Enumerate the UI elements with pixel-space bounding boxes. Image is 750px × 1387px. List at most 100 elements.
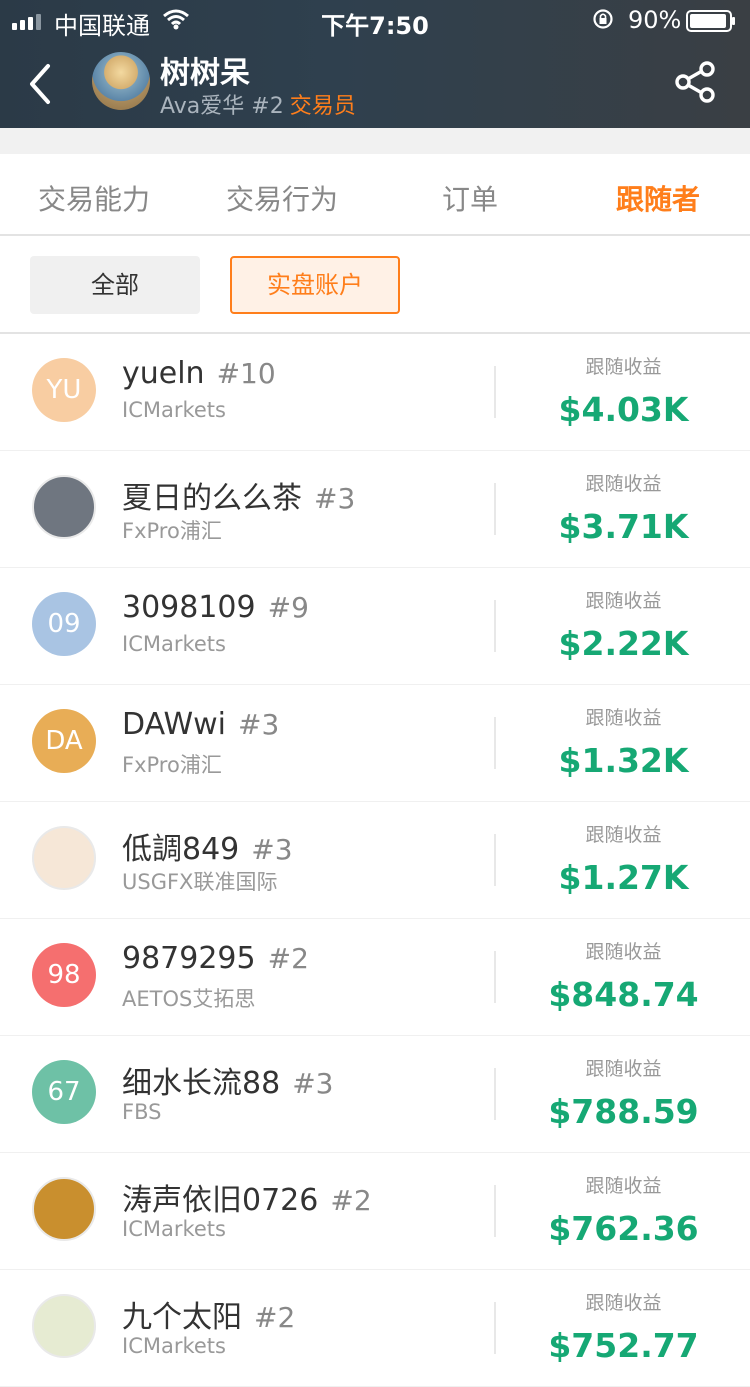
follower-rank: #9	[267, 591, 309, 624]
follow-earnings-label: 跟随收益	[585, 356, 662, 378]
follower-name-line: 涛声依旧0726 #2	[122, 1175, 372, 1219]
follower-name-line: 低調849 #3	[122, 824, 293, 868]
follower-name: 低調849	[122, 832, 240, 867]
follower-broker: USGFX联准国际	[122, 870, 278, 894]
follow-earnings-label: 跟随收益	[585, 473, 662, 495]
follower-name: DAWwi	[122, 707, 226, 742]
follow-earnings-label: 跟随收益	[585, 590, 662, 612]
follower-broker: FBS	[122, 1100, 162, 1124]
follower-rank: #2	[267, 942, 309, 975]
row-divider	[494, 1302, 496, 1354]
follower-name-line: yueln #10	[122, 356, 276, 391]
follow-earnings-value: $1.27K	[558, 858, 689, 897]
follower-name-line: 细水长流88 #3	[122, 1058, 333, 1102]
trader-broker-rank: Ava爱华 #2	[160, 94, 284, 119]
follower-rank: #3	[292, 1067, 334, 1100]
follower-broker: FxPro浦汇	[122, 519, 222, 543]
follower-rank: #3	[314, 482, 356, 515]
follower-avatar: DA	[32, 709, 96, 773]
follower-broker: ICMarkets	[122, 1217, 226, 1241]
battery-icon	[686, 10, 735, 32]
follower-name: 3098109	[122, 590, 256, 625]
row-divider	[494, 834, 496, 886]
follow-earnings-value: $788.59	[548, 1092, 699, 1131]
share-icon[interactable]	[674, 60, 720, 104]
follower-row[interactable]: 67 细水长流88 #3 FBS 跟随收益 $788.59	[0, 1036, 750, 1153]
follower-name: 夏日的么么茶	[122, 481, 302, 516]
tab-orders[interactable]: 订单	[442, 178, 498, 218]
follower-rank: #2	[330, 1184, 372, 1217]
follow-earnings-label: 跟随收益	[585, 1058, 662, 1080]
follower-name-line: DAWwi #3	[122, 707, 279, 742]
row-divider	[494, 483, 496, 535]
filter-all-button[interactable]: 全部	[30, 256, 200, 314]
follower-broker: ICMarkets	[122, 398, 226, 422]
follower-row[interactable]: DA DAWwi #3 FxPro浦汇 跟随收益 $1.32K	[0, 685, 750, 802]
row-divider	[494, 1185, 496, 1237]
follower-avatar: 67	[32, 1060, 96, 1124]
follower-row[interactable]: YU yueln #10 ICMarkets 跟随收益 $4.03K	[0, 334, 750, 451]
follower-row[interactable]: 低調849 #3 USGFX联准国际 跟随收益 $1.27K	[0, 802, 750, 919]
tab-trading-behavior[interactable]: 交易行为	[226, 178, 338, 218]
trader-avatar[interactable]	[92, 52, 150, 110]
profile-header: 中国联通 下午7:50 90% 树树呆 Ava爱华 #2 交易员	[0, 0, 750, 128]
follower-name-line: 夏日的么么茶 #3	[122, 473, 355, 517]
filter-real-account-button[interactable]: 实盘账户	[230, 256, 400, 314]
trader-role-badge: 交易员	[289, 94, 356, 119]
follower-rank: #2	[254, 1301, 296, 1334]
battery-percent: 90%	[628, 6, 682, 34]
follower-avatar	[32, 1177, 96, 1241]
follow-earnings-label: 跟随收益	[585, 824, 662, 846]
row-divider	[494, 717, 496, 769]
follower-broker: ICMarkets	[122, 1334, 226, 1358]
follower-avatar: 98	[32, 943, 96, 1007]
follower-broker: AETOS艾拓思	[122, 987, 256, 1011]
follow-earnings-value: $2.22K	[558, 624, 689, 663]
trader-subtitle: Ava爱华 #2 交易员	[160, 88, 356, 120]
row-divider	[494, 366, 496, 418]
follow-earnings-label: 跟随收益	[585, 707, 662, 729]
follower-avatar: YU	[32, 358, 96, 422]
tab-trading-ability[interactable]: 交易能力	[38, 178, 150, 218]
tab-followers[interactable]: 跟随者	[616, 178, 700, 218]
follow-earnings-value: $4.03K	[558, 390, 689, 429]
follower-rank: #10	[216, 357, 276, 390]
follower-name: 九个太阳	[122, 1300, 242, 1335]
follow-earnings-value: $848.74	[548, 975, 699, 1014]
follower-avatar: 09	[32, 592, 96, 656]
follow-earnings-value: $3.71K	[558, 507, 689, 546]
follow-earnings-label: 跟随收益	[585, 941, 662, 963]
rotation-lock-icon	[593, 9, 613, 29]
row-divider	[494, 600, 496, 652]
follower-row[interactable]: 涛声依旧0726 #2 ICMarkets 跟随收益 $762.36	[0, 1153, 750, 1270]
follower-avatar	[32, 826, 96, 890]
follower-broker: ICMarkets	[122, 632, 226, 656]
follower-broker: FxPro浦汇	[122, 753, 222, 777]
follower-avatar	[32, 475, 96, 539]
follower-name: 细水长流88	[122, 1066, 281, 1101]
follower-rank: #3	[238, 708, 280, 741]
follower-name-line: 3098109 #9	[122, 590, 309, 625]
follower-name-line: 9879295 #2	[122, 941, 309, 976]
chevron-left-icon[interactable]	[22, 60, 62, 108]
follow-earnings-value: $762.36	[548, 1209, 699, 1248]
account-filter: 全部 实盘账户	[0, 236, 750, 334]
follower-name: 涛声依旧0726	[122, 1183, 319, 1218]
follower-row[interactable]: 09 3098109 #9 ICMarkets 跟随收益 $2.22K	[0, 568, 750, 685]
follow-earnings-value: $1.32K	[558, 741, 689, 780]
follower-name-line: 九个太阳 #2	[122, 1292, 295, 1336]
section-gap	[0, 128, 750, 154]
profile-tabs: 交易能力 交易行为 订单 跟随者	[0, 154, 750, 236]
follower-name: 9879295	[122, 941, 256, 976]
row-divider	[494, 1068, 496, 1120]
follower-avatar	[32, 1294, 96, 1358]
follower-rank: #3	[251, 833, 293, 866]
status-bar: 中国联通 下午7:50 90%	[0, 0, 750, 40]
trader-name: 树树呆	[160, 56, 250, 91]
row-divider	[494, 951, 496, 1003]
follower-row[interactable]: 98 9879295 #2 AETOS艾拓思 跟随收益 $848.74	[0, 919, 750, 1036]
follow-earnings-label: 跟随收益	[585, 1175, 662, 1197]
follower-row[interactable]: 夏日的么么茶 #3 FxPro浦汇 跟随收益 $3.71K	[0, 451, 750, 568]
follower-name: yueln	[122, 356, 205, 391]
follower-row[interactable]: 九个太阳 #2 ICMarkets 跟随收益 $752.77	[0, 1270, 750, 1387]
